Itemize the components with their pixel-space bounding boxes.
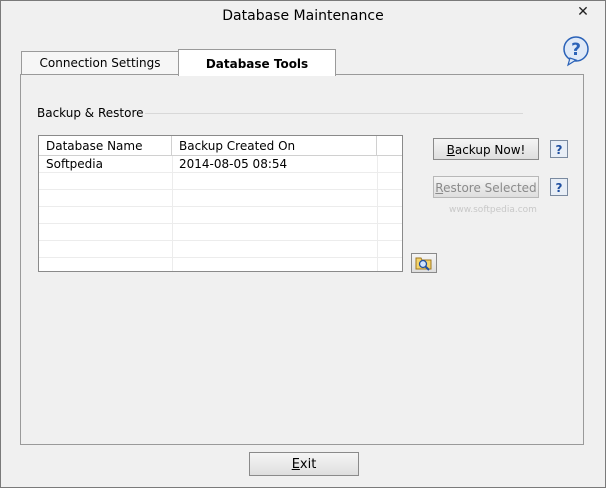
table-row-empty bbox=[39, 224, 402, 241]
group-label-backup-restore: Backup & Restore bbox=[37, 106, 144, 120]
folder-search-icon bbox=[415, 257, 432, 271]
close-button[interactable]: ✕ bbox=[569, 3, 597, 21]
column-header-backup-created-on[interactable]: Backup Created On bbox=[172, 136, 377, 155]
browse-backup-button[interactable] bbox=[411, 253, 437, 273]
help-bubble-icon[interactable]: ? bbox=[561, 35, 593, 67]
svg-text:?: ? bbox=[571, 40, 581, 60]
restore-accelerator: R bbox=[435, 181, 444, 195]
window-title: Database Maintenance bbox=[222, 8, 384, 24]
backup-help-button[interactable]: ? bbox=[550, 140, 568, 158]
backup-list[interactable]: Database Name Backup Created On Softpedi… bbox=[38, 135, 403, 272]
watermark-text: www.softpedia.com bbox=[449, 205, 537, 215]
table-row-empty bbox=[39, 173, 402, 190]
exit-accelerator: E bbox=[291, 457, 300, 472]
backup-now-button[interactable]: Backup Now! bbox=[433, 138, 539, 160]
restore-label: estore Selected bbox=[443, 181, 537, 195]
backup-label: ackup Now! bbox=[454, 143, 526, 157]
column-header-database-name[interactable]: Database Name bbox=[39, 136, 172, 155]
window: Database Maintenance ✕ ? Connection Sett… bbox=[0, 0, 606, 488]
backup-accelerator: B bbox=[446, 143, 455, 157]
restore-selected-button[interactable]: Restore Selected bbox=[433, 176, 539, 198]
group-divider bbox=[145, 113, 523, 114]
title-bar: Database Maintenance ✕ bbox=[1, 1, 605, 31]
tab-database-tools[interactable]: Database Tools bbox=[178, 49, 336, 76]
cell-database-name: Softpedia bbox=[46, 157, 103, 171]
column-divider bbox=[172, 156, 173, 271]
tab-connection-settings[interactable]: Connection Settings bbox=[21, 51, 179, 74]
table-row-empty bbox=[39, 190, 402, 207]
cell-backup-created-on: 2014-08-05 08:54 bbox=[179, 157, 288, 171]
column-divider bbox=[377, 156, 378, 271]
table-row-empty bbox=[39, 241, 402, 258]
tab-panel: Backup & Restore Database Name Backup Cr… bbox=[20, 74, 584, 445]
list-header: Database Name Backup Created On bbox=[39, 136, 402, 156]
exit-label: xit bbox=[299, 457, 317, 472]
restore-help-button[interactable]: ? bbox=[550, 178, 568, 196]
exit-button[interactable]: Exit bbox=[249, 452, 359, 476]
table-row-empty bbox=[39, 207, 402, 224]
table-row[interactable]: Softpedia 2014-08-05 08:54 bbox=[39, 156, 402, 173]
